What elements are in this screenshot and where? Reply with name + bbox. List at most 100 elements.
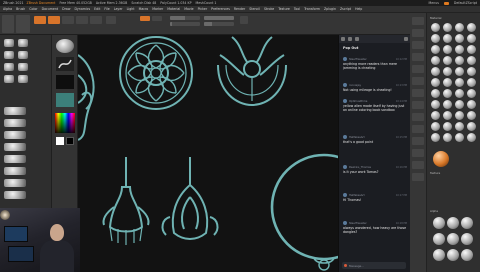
material-sphere-icon[interactable] (455, 111, 464, 120)
material-sphere-icon[interactable] (431, 56, 440, 65)
alpha-thumbnail-icon[interactable] (433, 217, 445, 229)
menu-item[interactable]: Alpha (3, 7, 12, 11)
brush-thumbnail-icon[interactable] (4, 191, 26, 199)
alpha-thumbnail-icon[interactable] (461, 233, 473, 245)
scale-button[interactable] (76, 16, 88, 24)
menu-item[interactable]: Layer (114, 7, 123, 11)
material-sphere-icon[interactable] (431, 122, 440, 131)
menu-item[interactable]: Stencil (249, 7, 260, 11)
material-sphere-icon[interactable] (467, 67, 476, 76)
chat-username[interactable]: HeMakesArt (349, 136, 365, 139)
move-button[interactable] (62, 16, 74, 24)
shelf-button[interactable] (412, 149, 424, 157)
material-sphere-icon[interactable] (443, 100, 452, 109)
material-sphere-icon[interactable] (467, 100, 476, 109)
material-sphere-icon[interactable] (443, 122, 452, 131)
material-sphere-icon[interactable] (431, 133, 440, 142)
material-sphere-icon[interactable] (467, 34, 476, 43)
menu-item[interactable]: Tool (294, 7, 300, 11)
menu-item[interactable]: Marker (152, 7, 163, 11)
shelf-button[interactable] (412, 65, 424, 73)
brush-thumbnail-icon[interactable] (18, 39, 28, 47)
material-sphere-icon[interactable] (443, 89, 452, 98)
material-sphere-icon[interactable] (455, 23, 464, 32)
brush-thumbnail-icon[interactable] (4, 167, 26, 175)
menu-item[interactable]: Zscript (340, 7, 351, 11)
material-sphere-icon[interactable] (455, 56, 464, 65)
focal-shift-slider[interactable] (170, 16, 200, 20)
brush-thumbnail-icon[interactable] (4, 75, 14, 83)
material-sphere-icon[interactable] (431, 111, 440, 120)
settings-icon[interactable] (348, 37, 352, 41)
zadd-button[interactable] (140, 16, 150, 21)
dynamic-button[interactable] (240, 16, 248, 24)
material-sphere-icon[interactable] (467, 45, 476, 54)
menu-item[interactable]: File (104, 7, 109, 11)
user-avatar[interactable] (343, 193, 347, 197)
chat-username[interactable]: ronniejay (349, 84, 361, 87)
color-picker-icon[interactable] (55, 113, 75, 133)
alpha-thumbnail-icon[interactable] (461, 217, 473, 229)
material-sphere-icon[interactable] (455, 78, 464, 87)
material-sphere-icon[interactable] (467, 78, 476, 87)
brush-thumbnail-icon[interactable] (4, 131, 26, 139)
shelf-button[interactable] (412, 29, 424, 37)
alpha-thumbnail-icon[interactable] (447, 217, 459, 229)
selected-material-icon[interactable] (433, 151, 449, 167)
brush-thumbnail-icon[interactable] (4, 143, 26, 151)
material-sphere-icon[interactable] (455, 100, 464, 109)
material-sphere-icon[interactable] (431, 89, 440, 98)
brush-thumbnail-icon[interactable] (18, 63, 28, 71)
shelf-button[interactable] (412, 173, 424, 181)
alpha-thumbnail-icon[interactable] (461, 249, 473, 261)
draw-size-slider[interactable] (170, 22, 200, 26)
secondary-color-swatch[interactable] (66, 137, 74, 145)
draw-button[interactable] (48, 16, 60, 24)
shelf-button[interactable] (412, 137, 424, 145)
material-sphere-icon[interactable] (431, 34, 440, 43)
chat-username[interactable]: SteelTraveller (349, 222, 367, 225)
lightbox-button[interactable] (16, 15, 30, 33)
chat-input[interactable]: Message... (342, 262, 406, 269)
menu-item[interactable]: Dynamics (74, 7, 90, 11)
chat-username[interactable]: SteelTraveller (349, 58, 367, 61)
texture-icon[interactable] (56, 93, 74, 107)
material-sphere-icon[interactable] (467, 23, 476, 32)
users-icon[interactable] (355, 37, 359, 41)
user-avatar[interactable] (343, 57, 347, 61)
close-icon[interactable] (404, 37, 408, 41)
brush-thumbnail-icon[interactable] (18, 75, 28, 83)
menu-item[interactable]: Preferences (211, 7, 230, 11)
material-sphere-icon[interactable] (467, 133, 476, 142)
shelf-button[interactable] (412, 17, 424, 25)
user-avatar[interactable] (343, 83, 347, 87)
zsub-button[interactable] (152, 16, 162, 21)
material-sphere-icon[interactable] (467, 111, 476, 120)
main-color-swatch[interactable] (56, 137, 64, 145)
menu-item[interactable]: Draw (62, 7, 70, 11)
alpha-thumbnail-icon[interactable] (447, 249, 459, 261)
alpha-thumbnail-icon[interactable] (433, 233, 445, 245)
material-sphere-icon[interactable] (455, 133, 464, 142)
material-sphere-icon[interactable] (443, 67, 452, 76)
material-sphere-icon[interactable] (56, 39, 74, 53)
material-sphere-icon[interactable] (455, 34, 464, 43)
menu-item[interactable]: Brush (16, 7, 25, 11)
alpha-icon[interactable] (56, 75, 74, 89)
material-sphere-icon[interactable] (455, 89, 464, 98)
menus-button[interactable]: Menus (429, 1, 439, 5)
material-sphere-icon[interactable] (431, 23, 440, 32)
material-sphere-icon[interactable] (443, 23, 452, 32)
shelf-button[interactable] (412, 125, 424, 133)
material-sphere-icon[interactable] (443, 133, 452, 142)
menu-item[interactable]: Light (127, 7, 135, 11)
shelf-button[interactable] (412, 41, 424, 49)
menu-item[interactable]: Texture (278, 7, 290, 11)
menu-item[interactable]: Edit (94, 7, 100, 11)
chat-username[interactable]: HeMakesArt (349, 194, 365, 197)
material-sphere-icon[interactable] (443, 111, 452, 120)
menu-item[interactable]: Color (29, 7, 37, 11)
menu-item[interactable]: Render (234, 7, 245, 11)
material-sphere-icon[interactable] (467, 122, 476, 131)
material-sphere-icon[interactable] (431, 45, 440, 54)
